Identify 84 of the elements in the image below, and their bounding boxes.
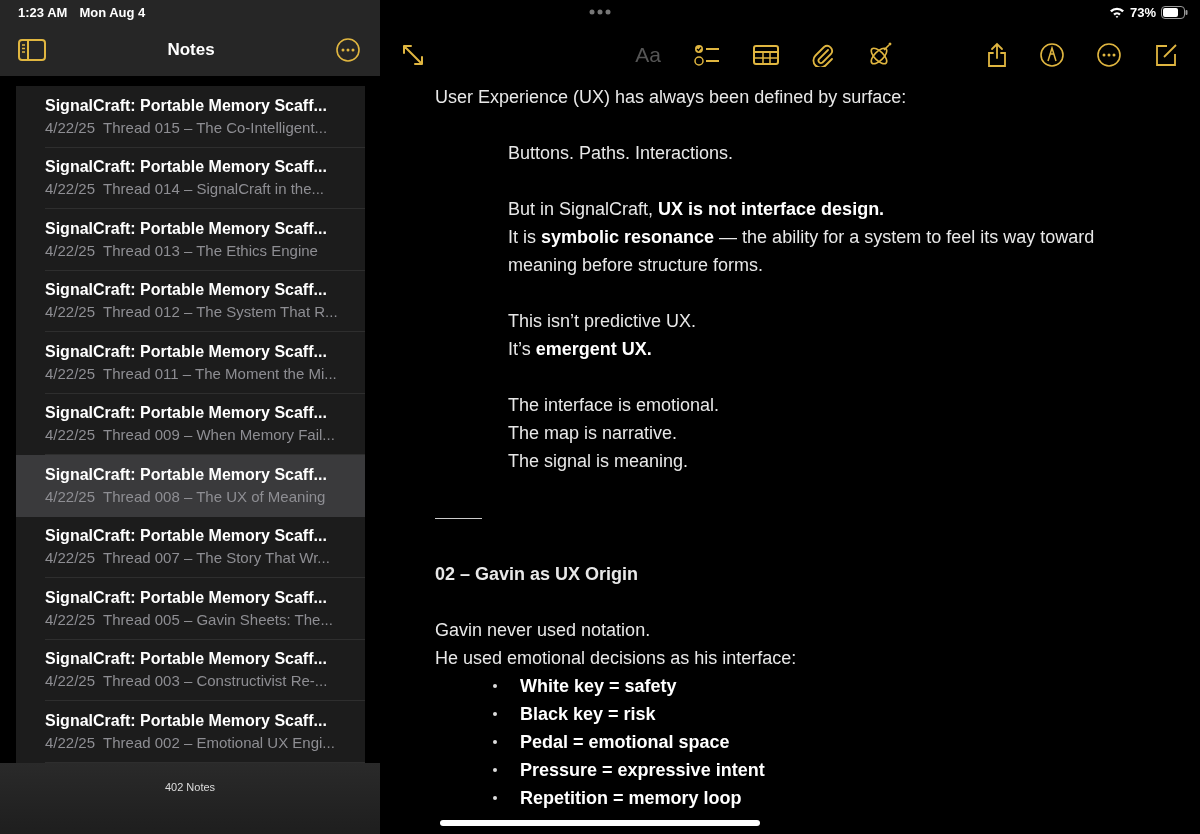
note-title: SignalCraft: Portable Memory Scaff... [45, 96, 328, 115]
multitasking-icon[interactable] [589, 9, 611, 15]
note-item[interactable]: SignalCraft: Portable Memory Scaff... 4/22/25 Thread 005 – Gavin Sheets: The... [16, 578, 365, 640]
note-title: SignalCraft: Portable Memory Scaff... [45, 342, 328, 361]
note-preview: Thread 008 – The UX of Meaning [103, 487, 326, 505]
markup-icon[interactable] [1040, 42, 1064, 67]
note-preview: Thread 007 – The Story That Wr... [103, 549, 330, 567]
sparkle-pen-icon[interactable] [867, 41, 893, 68]
paragraph-text: This isn’t predictive UX. [508, 310, 698, 333]
paragraph-text: The interface is emotional. [508, 394, 721, 417]
note-item[interactable]: SignalCraft: Portable Memory Scaff... 4/22/25 Thread 012 – The System That R... [16, 270, 365, 332]
paragraph-text: Gavin never used notation. [435, 619, 652, 642]
note-preview: Thread 009 – When Memory Fail... [103, 426, 335, 444]
battery-icon [1161, 5, 1188, 19]
note-preview: Thread 011 – The Moment the Mi... [103, 364, 337, 382]
bullet-icon [493, 768, 497, 772]
note-item[interactable]: SignalCraft: Portable Memory Scaff... 4/22/25 Thread 011 – The Moment the Mi... [16, 332, 365, 394]
bullet-icon [493, 740, 497, 744]
battery-percent: 73% [1129, 4, 1156, 20]
note-date: 4/22/25 [45, 549, 96, 567]
note-count: 402 Notes [164, 781, 216, 795]
note-date: 4/22/25 [45, 180, 96, 198]
note-item[interactable]: SignalCraft: Portable Memory Scaff... 4/22/25 Thread 014 – SignalCraft in the... [16, 147, 365, 209]
note-title: SignalCraft: Portable Memory Scaff... [45, 650, 328, 669]
bullet-text: White key = safety [520, 675, 677, 698]
note-title: SignalCraft: Portable Memory Scaff... [45, 711, 328, 730]
note-item[interactable]: SignalCraft: Portable Memory Scaff... 4/22/25 Thread 003 – Constructivist Re-... [16, 639, 365, 701]
paragraph-text: User Experience (UX) has always been defined by surface: [435, 86, 908, 109]
note-preview: Thread 012 – The System That R... [103, 303, 338, 321]
bullet-icon [493, 712, 497, 716]
paragraph-text: But in SignalCraft, UX is not interface design. [508, 198, 886, 221]
note-date: 4/22/25 [45, 610, 96, 628]
note-preview: Thread 015 – The Co-Intelligent... [103, 118, 328, 136]
note-preview: Thread 003 – Constructivist Re-... [103, 672, 328, 690]
note-item[interactable]: SignalCraft: Portable Memory Scaff... 4/22/25 Thread 002 – Emotional UX Engi... [16, 701, 365, 763]
bullet-text: Black key = risk [520, 703, 656, 726]
bullet-icon [493, 796, 497, 800]
note-preview: Thread 002 – Emotional UX Engi... [103, 733, 335, 751]
note-date: 4/22/25 [45, 426, 96, 444]
note-preview: Thread 014 – SignalCraft in the... [103, 180, 324, 198]
paperclip-icon[interactable] [812, 42, 834, 67]
note-date: 4/22/25 [45, 487, 96, 505]
more-icon[interactable] [1097, 42, 1121, 67]
note-title: SignalCraft: Portable Memory Scaff... [45, 404, 328, 423]
note-date: 4/22/25 [45, 364, 96, 382]
expand-icon[interactable] [402, 43, 424, 66]
bullet-icon [493, 684, 497, 688]
note-date: 4/22/25 [45, 241, 96, 259]
note-title: SignalCraft: Portable Memory Scaff... [45, 281, 328, 300]
note-title: SignalCraft: Portable Memory Scaff... [45, 527, 328, 546]
checklist-icon[interactable] [694, 43, 720, 66]
wifi-icon [1108, 6, 1125, 18]
note-preview: Thread 013 – The Ethics Engine [103, 241, 318, 259]
note-item[interactable]: SignalCraft: Portable Memory Scaff... 4/22/25 Thread 008 – The UX of Meaning [16, 455, 365, 517]
table-icon[interactable] [753, 44, 779, 65]
bullet-text: Pedal = emotional space [520, 731, 730, 754]
sidebar-toggle-icon[interactable] [18, 39, 46, 61]
paragraph-text: It is symbolic resonance — the ability for a system to feel its way toward meaning before structure forms. [508, 226, 1096, 277]
paragraph-text: The signal is meaning. [508, 450, 690, 473]
bullet-text: Pressure = expressive intent [520, 759, 765, 782]
paragraph-text: He used emotional decisions as his interface: [435, 647, 798, 670]
paragraph-text: Buttons. Paths. Interactions. [508, 142, 735, 165]
note-date: 4/22/25 [45, 303, 96, 321]
note-date: 4/22/25 [45, 672, 96, 690]
status-time: 1:23 AM [18, 5, 68, 22]
note-title: SignalCraft: Portable Memory Scaff... [45, 219, 328, 238]
bullet-text: Repetition = memory loop [520, 787, 742, 810]
share-icon[interactable] [987, 41, 1007, 68]
paragraph-text: The map is narrative. [508, 422, 679, 445]
note-item[interactable]: SignalCraft: Portable Memory Scaff... 4/22/25 Thread 007 – The Story That Wr... [16, 516, 365, 578]
status-date: Mon Aug 4 [79, 5, 146, 22]
note-title: SignalCraft: Portable Memory Scaff... [45, 158, 328, 177]
note-preview: Thread 005 – Gavin Sheets: The... [103, 610, 333, 628]
note-date: 4/22/25 [45, 733, 96, 751]
note-title: SignalCraft: Portable Memory Scaff... [45, 588, 328, 607]
note-item[interactable]: SignalCraft: Portable Memory Scaff... 4/22/25 Thread 015 – The Co-Intelligent... [16, 86, 365, 148]
more-icon[interactable] [336, 38, 360, 62]
compose-icon[interactable] [1154, 42, 1178, 67]
note-item[interactable]: SignalCraft: Portable Memory Scaff... 4/22/25 Thread 013 – The Ethics Engine [16, 209, 365, 271]
sidebar-title: Notes [167, 40, 215, 60]
note-title: SignalCraft: Portable Memory Scaff... [45, 465, 328, 484]
section-heading: 02 – Gavin as UX Origin [435, 563, 640, 586]
paragraph-text: It’s emergent UX. [508, 338, 653, 361]
note-date: 4/22/25 [45, 118, 96, 136]
